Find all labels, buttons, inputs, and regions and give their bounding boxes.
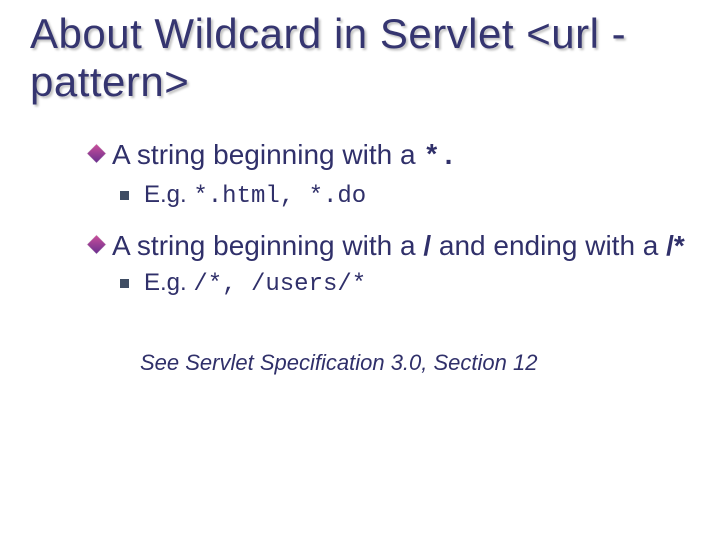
sub-bullet-item: E.g. *.html, *.do xyxy=(90,179,690,212)
square-icon xyxy=(120,191,129,200)
sub-bullet-label: E.g. xyxy=(144,181,193,208)
sub-bullet-item: E.g. /*, /users/* xyxy=(90,267,690,300)
sub-bullet-code: *.html, *.do xyxy=(193,183,366,210)
bullet-code-2: /* xyxy=(666,230,685,261)
sub-bullet-code: /*, /users/* xyxy=(193,271,366,298)
bullet-text: A string beginning with a xyxy=(112,139,423,170)
reference-text: See Servlet Specification 3.0, Section 1… xyxy=(90,350,690,376)
square-icon xyxy=(120,279,129,288)
bullet-text-mid: and ending with a xyxy=(431,230,666,261)
slide-title: About Wildcard in Servlet <url -pattern> xyxy=(30,10,690,107)
slide-body: A string beginning with a *. E.g. *.html… xyxy=(30,137,690,376)
bullet-code: *. xyxy=(423,142,457,173)
bullet-code: / xyxy=(423,230,431,261)
sub-bullet-label: E.g. xyxy=(144,269,193,296)
bullet-item: A string beginning with a / and ending w… xyxy=(90,228,690,263)
diamond-icon xyxy=(87,144,105,162)
diamond-icon xyxy=(87,235,105,253)
bullet-text: A string beginning with a xyxy=(112,230,423,261)
bullet-item: A string beginning with a *. xyxy=(90,137,690,175)
slide: About Wildcard in Servlet <url -pattern>… xyxy=(0,0,720,540)
